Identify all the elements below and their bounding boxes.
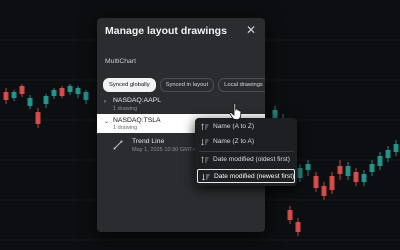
symbol-name: NASDAQ:TSLA (113, 117, 161, 124)
close-icon[interactable]: ✕ (245, 24, 257, 36)
sort-menu: Name (A to Z) Name (Z to A) Date modifie… (195, 118, 297, 186)
sort-date-oldest-first[interactable]: Date modified (oldest first) (197, 153, 295, 167)
candlestick (59, 86, 65, 98)
candlestick (313, 172, 319, 192)
menu-divider (199, 151, 293, 152)
sort-descending-icon (201, 139, 209, 146)
dialog-title: Manage layout drawings (105, 25, 227, 37)
candlestick (27, 95, 33, 109)
drawing-name: Trend Line (132, 138, 165, 145)
candlestick (75, 86, 81, 98)
candlestick (369, 160, 375, 176)
candlestick (83, 90, 89, 104)
candlestick (3, 88, 9, 104)
candlestick (329, 172, 335, 194)
menu-item-label: Name (Z to A) (213, 138, 255, 145)
candlestick (35, 108, 41, 128)
candlestick (393, 140, 399, 156)
trend-line-icon (113, 140, 123, 150)
sync-tabs: Synced globally Synced in layout Local d… (103, 78, 265, 92)
sort-date-newest-first[interactable]: Date modified (newest first) (197, 169, 295, 183)
dialog-subtitle: MultiChart (105, 58, 136, 65)
sort-ascending-icon (201, 123, 209, 130)
candlestick (11, 90, 17, 101)
candlestick (297, 164, 303, 182)
hand-pointer-cursor-icon (229, 103, 242, 120)
candlestick (345, 162, 351, 180)
drawing-count: 1 drawing (113, 106, 138, 112)
menu-item-label: Date modified (newest first) (214, 173, 295, 180)
sort-name-z-to-a[interactable]: Name (Z to A) (197, 135, 295, 149)
sort-ascending-icon (201, 156, 209, 163)
candlestick (67, 84, 73, 95)
tab-synced-in-layout[interactable]: Synced in layout (159, 78, 215, 92)
candlestick (377, 152, 383, 170)
candlestick (19, 84, 25, 97)
drawing-date: May 1, 2025 10:30 GMT+7 (132, 147, 199, 153)
screen: Manage layout drawings ✕ MultiChart Sync… (0, 0, 400, 250)
candlestick (305, 160, 311, 176)
symbol-name: NASDAQ:AAPL (113, 97, 161, 104)
tab-synced-globally[interactable]: Synced globally (103, 78, 156, 92)
sort-name-a-to-z[interactable]: Name (A to Z) (197, 120, 295, 134)
candlestick (353, 168, 359, 186)
candlestick (321, 182, 327, 200)
sort-descending-icon (202, 174, 210, 181)
candlestick (361, 170, 367, 186)
candlestick (51, 88, 57, 99)
chevron-down-icon[interactable]: ⌄ (104, 119, 110, 125)
candlestick (43, 94, 49, 108)
drawing-count: 1 drawing (113, 125, 138, 131)
chevron-right-icon[interactable]: › (104, 99, 110, 105)
candlestick (287, 206, 293, 224)
menu-item-label: Date modified (oldest first) (213, 156, 290, 163)
tab-local-drawings[interactable]: Local drawings (218, 78, 265, 92)
candlestick (295, 218, 301, 236)
candlestick (337, 160, 343, 180)
menu-item-label: Name (A to Z) (213, 123, 255, 130)
